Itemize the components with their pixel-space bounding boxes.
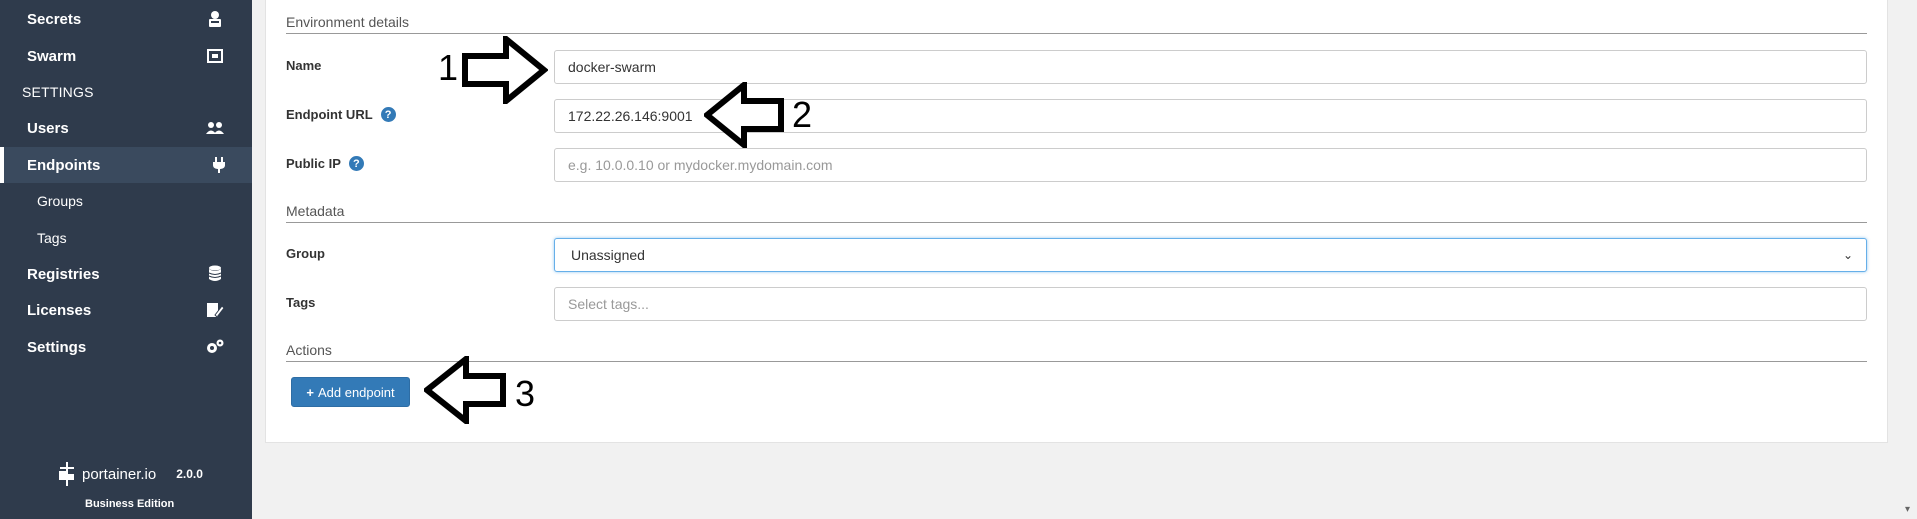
annotation-arrow-left: [424, 356, 506, 424]
sidebar-item-label: Licenses: [27, 301, 92, 319]
annotation-number: 1: [438, 47, 459, 88]
sidebar-item-label: Secrets: [27, 10, 82, 28]
tags-label-text: Tags: [286, 295, 316, 310]
group-label-text: Group: [286, 246, 325, 261]
chevron-down-icon: ⌄: [1842, 248, 1853, 262]
sidebar-item-licenses[interactable]: Licenses: [0, 292, 252, 328]
brand-name: portainer.io: [82, 465, 157, 483]
brand: portainer.io 2.0.0: [58, 462, 203, 486]
sidebar-subitem-tags[interactable]: Tags: [0, 220, 252, 256]
public-ip-label: Public IP ?: [286, 156, 364, 171]
scroll-down-icon[interactable]: ▾: [1905, 504, 1910, 515]
tags-label: Tags: [286, 295, 315, 310]
name-field[interactable]: docker-swarm: [554, 50, 1867, 84]
annotation-number: 3: [515, 373, 536, 414]
settings-header: SETTINGS: [22, 84, 94, 100]
sidebar-item-users[interactable]: Users: [0, 110, 252, 146]
annotation-arrow-left: [704, 82, 784, 148]
sidebar-item-label: Settings: [27, 338, 87, 356]
tags-input[interactable]: Select tags...: [554, 287, 1867, 321]
add-endpoint-button[interactable]: + Add endpoint: [291, 377, 410, 407]
divider: [286, 33, 1867, 34]
add-endpoint-label: Add endpoint: [317, 384, 395, 400]
edition-label: Business Edition: [85, 498, 175, 510]
sidebar-item-endpoints[interactable]: Endpoints: [0, 147, 252, 183]
endpoint-url-label: Endpoint URL ?: [286, 107, 396, 122]
portainer-logo-icon: [59, 462, 74, 486]
sidebar: Secrets Swarm SETTINGS Users Endpoints G…: [0, 0, 252, 519]
sidebar-item-settings[interactable]: Settings: [0, 329, 252, 365]
plug-icon: [213, 157, 225, 173]
sidebar-subitem-groups[interactable]: Groups: [0, 183, 252, 219]
public-ip-field[interactable]: e.g. 10.0.0.10 or mydocker.mydomain.com: [554, 148, 1867, 182]
group-label: Group: [286, 246, 325, 261]
plus-icon: +: [306, 384, 314, 400]
version-label: 2.0.0: [176, 467, 203, 481]
sidebar-item-swarm[interactable]: Swarm: [0, 38, 252, 74]
annotation-number: 2: [792, 94, 813, 135]
public-ip-label-text: Public IP: [286, 156, 341, 171]
sidebar-item-label: Users: [27, 119, 69, 137]
actions-title: Actions: [286, 342, 332, 358]
sidebar-item-registries[interactable]: Registries: [0, 256, 252, 292]
license-edit-icon: [207, 303, 225, 318]
sidebar-item-secrets[interactable]: Secrets: [0, 1, 252, 37]
annotation-arrow-right: [462, 36, 548, 104]
name-label: Name: [286, 58, 321, 73]
users-icon: [206, 122, 224, 134]
sidebar-item-label: Swarm: [27, 47, 77, 65]
metadata-title: Metadata: [286, 203, 345, 219]
divider: [286, 361, 1867, 362]
divider: [286, 222, 1867, 223]
cogs-icon: [207, 339, 224, 353]
sidebar-item-label: Endpoints: [27, 156, 101, 174]
endpoint-url-label-text: Endpoint URL: [286, 107, 373, 122]
database-icon: [208, 265, 222, 281]
swarm-icon: [207, 49, 223, 63]
environment-details-title: Environment details: [286, 14, 409, 30]
group-select[interactable]: Unassigned ⌄: [554, 238, 1867, 272]
group-select-value: Unassigned: [571, 247, 645, 263]
name-label-text: Name: [286, 58, 322, 73]
sidebar-item-label: Registries: [27, 265, 100, 283]
help-icon[interactable]: ?: [348, 156, 364, 171]
secrets-icon: [209, 11, 221, 27]
help-icon[interactable]: ?: [380, 107, 396, 122]
